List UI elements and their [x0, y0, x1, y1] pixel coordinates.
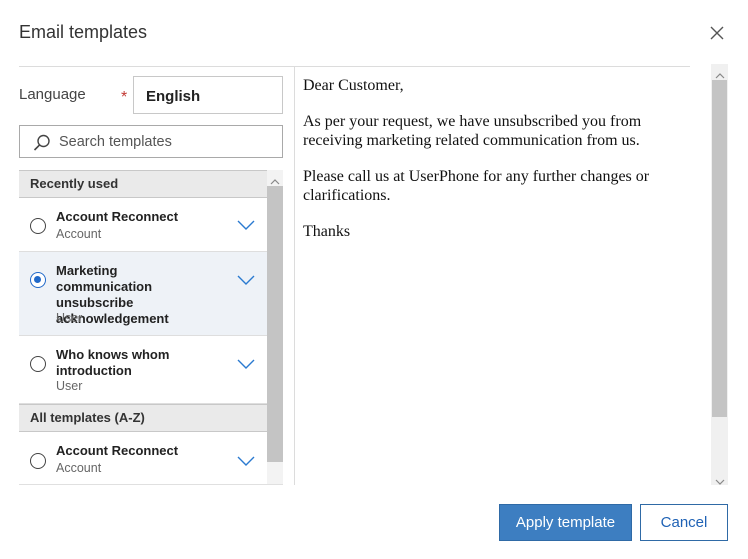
template-radio[interactable]: [30, 453, 46, 469]
scroll-down-icon[interactable]: [715, 473, 725, 491]
chevron-down-icon[interactable]: [237, 357, 255, 375]
required-marker: *: [121, 89, 128, 106]
template-radio-selected[interactable]: [30, 272, 46, 288]
panel-divider: [294, 67, 295, 485]
template-radio[interactable]: [30, 218, 46, 234]
chevron-down-icon[interactable]: [237, 218, 255, 236]
list-scrollbar[interactable]: [267, 170, 283, 484]
template-preview: Dear Customer, As per your request, we h…: [303, 76, 703, 258]
template-list: Recently used Account Reconnect Account …: [19, 170, 283, 485]
chevron-down-icon[interactable]: [237, 273, 255, 291]
search-icon: [33, 134, 51, 157]
close-button[interactable]: [706, 22, 728, 44]
template-item-marketing-unsubscribe[interactable]: Marketing communication unsubscribe ackn…: [19, 252, 267, 336]
section-header-all: All templates (A-Z): [19, 404, 267, 432]
preview-paragraph: As per your request, we have unsubscribe…: [303, 113, 642, 149]
cancel-button[interactable]: Cancel: [640, 504, 728, 541]
template-name: Account Reconnect: [56, 443, 179, 458]
template-item-account-reconnect-all[interactable]: Account Reconnect Account: [19, 432, 267, 484]
template-category: Account: [56, 461, 102, 475]
template-name: Account Reconnect: [56, 209, 179, 224]
template-item-account-reconnect-recent[interactable]: Account Reconnect Account: [19, 198, 267, 252]
template-category: Account: [56, 227, 102, 241]
template-item-who-knows-whom[interactable]: Who knows whom introduction User: [19, 336, 267, 404]
template-radio[interactable]: [30, 356, 46, 372]
close-icon: [706, 22, 728, 44]
dialog-title: Email templates: [19, 22, 148, 42]
language-select[interactable]: English: [133, 76, 283, 114]
template-name: Who knows whom introduction: [56, 347, 170, 378]
chevron-down-icon[interactable]: [237, 454, 255, 472]
template-category: User: [56, 379, 83, 393]
section-header-recent: Recently used: [19, 170, 267, 198]
preview-paragraph: Please call us at UserPhone for any furt…: [303, 168, 650, 204]
search-box[interactable]: [19, 125, 283, 158]
preview-scrollbar[interactable]: [711, 64, 728, 485]
language-label: Language: [19, 86, 86, 103]
header-divider: [19, 66, 690, 67]
list-scrollbar-thumb[interactable]: [267, 186, 283, 462]
preview-signoff: Thanks: [303, 223, 351, 240]
search-input[interactable]: [59, 132, 274, 152]
preview-greeting: Dear Customer,: [303, 77, 404, 94]
apply-template-button[interactable]: Apply template: [499, 504, 632, 541]
template-category: User: [56, 311, 83, 325]
preview-scrollbar-thumb[interactable]: [712, 80, 727, 417]
